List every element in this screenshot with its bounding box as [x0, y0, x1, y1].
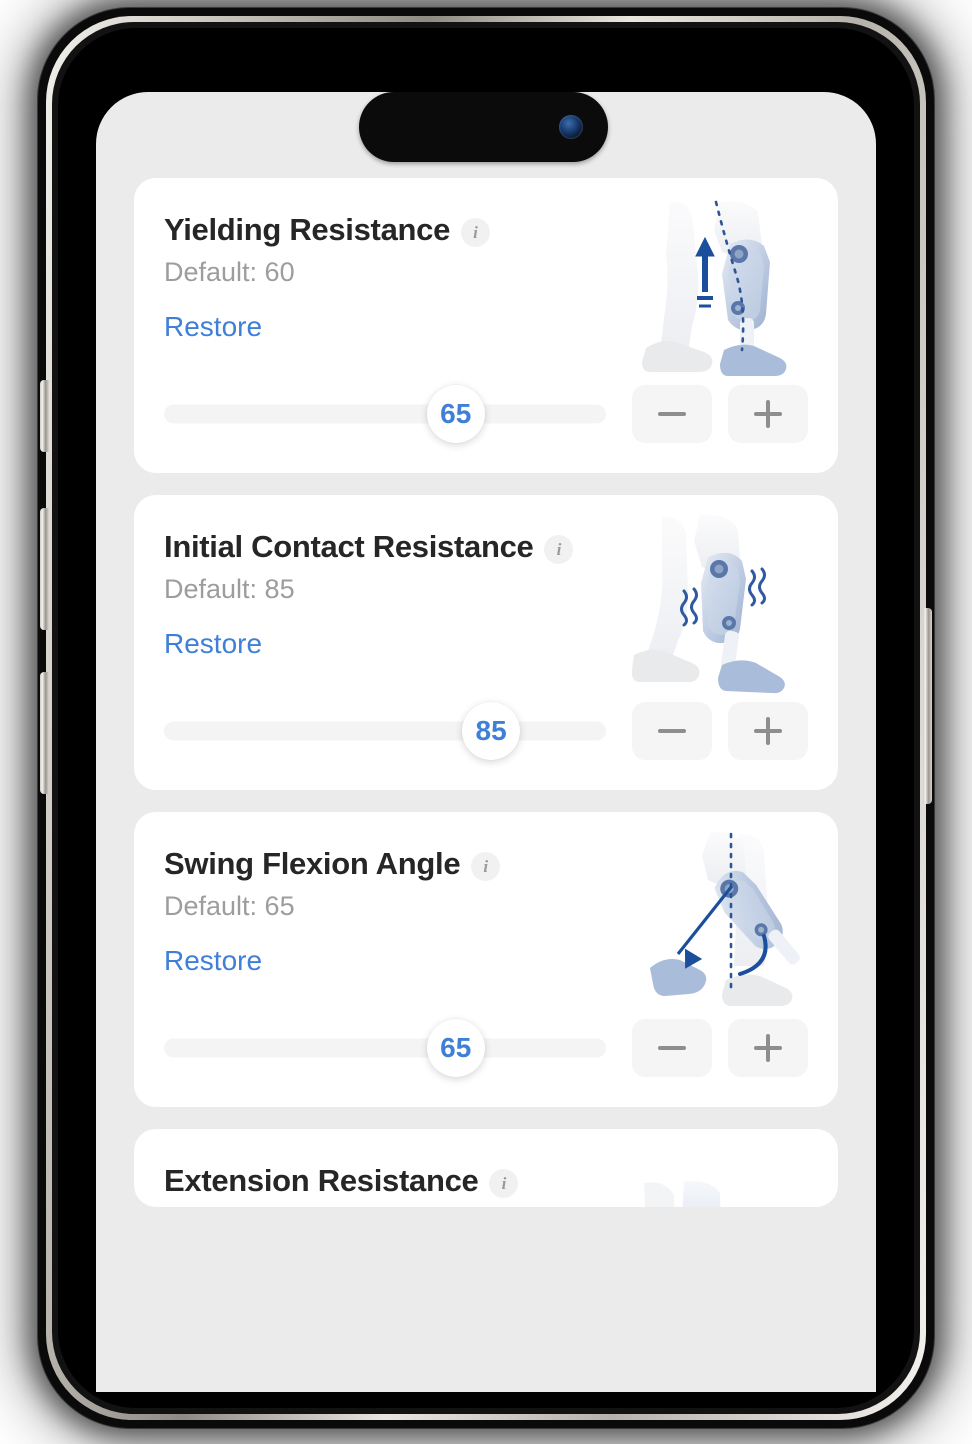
- card-header: Yielding Resistance i Default: 60 Restor…: [164, 212, 808, 343]
- volume-up-button[interactable]: [40, 508, 49, 630]
- page-title: Yielding Resistance: [164, 212, 451, 247]
- info-icon[interactable]: i: [461, 217, 491, 247]
- minus-icon: [658, 717, 686, 745]
- settings-scroll-list[interactable]: Yielding Resistance i Default: 60 Restor…: [96, 92, 876, 1392]
- slider-track[interactable]: [164, 1038, 606, 1058]
- default-value-label: Default: 60: [164, 257, 295, 287]
- slider-row: 65: [164, 385, 808, 443]
- power-button[interactable]: [923, 608, 932, 804]
- card-header: Extension Resistance i: [164, 1163, 808, 1199]
- value-slider[interactable]: 65: [164, 385, 606, 443]
- slider-thumb[interactable]: 85: [462, 702, 521, 760]
- card-header: Initial Contact Resistance i Default: 85…: [164, 529, 808, 660]
- restore-button[interactable]: Restore: [164, 945, 262, 977]
- title-row: Swing Flexion Angle i: [164, 846, 808, 882]
- slider-thumb[interactable]: 65: [426, 1019, 485, 1077]
- minus-icon: [658, 400, 686, 428]
- card-header: Swing Flexion Angle i Default: 65 Restor…: [164, 846, 808, 977]
- slider-track[interactable]: [164, 721, 606, 741]
- phone-screen: Yielding Resistance i Default: 60 Restor…: [96, 92, 876, 1392]
- slider-track[interactable]: [164, 404, 606, 424]
- slider-row: 65: [164, 1019, 808, 1077]
- setting-card: Initial Contact Resistance i Default: 85…: [134, 495, 838, 790]
- info-icon[interactable]: i: [544, 534, 574, 564]
- increment-button[interactable]: [728, 1019, 808, 1077]
- value-slider[interactable]: 65: [164, 1019, 606, 1077]
- decrement-button[interactable]: [632, 385, 712, 443]
- default-value-label: Default: 65: [164, 891, 295, 921]
- minus-icon: [658, 1034, 686, 1062]
- restore-button[interactable]: Restore: [164, 311, 262, 343]
- slider-row: 85: [164, 702, 808, 760]
- title-row: Extension Resistance i: [164, 1163, 808, 1199]
- increment-button[interactable]: [728, 702, 808, 760]
- value-slider[interactable]: 85: [164, 702, 606, 760]
- slider-thumb[interactable]: 65: [426, 385, 485, 443]
- page-title: Initial Contact Resistance: [164, 529, 534, 564]
- info-icon[interactable]: i: [471, 851, 501, 881]
- restore-button[interactable]: Restore: [164, 628, 262, 660]
- title-row: Initial Contact Resistance i: [164, 529, 808, 565]
- info-icon[interactable]: i: [489, 1168, 519, 1198]
- increment-button[interactable]: [728, 385, 808, 443]
- page-title: Swing Flexion Angle: [164, 846, 461, 881]
- setting-card: Extension Resistance i: [134, 1129, 838, 1207]
- decrement-button[interactable]: [632, 702, 712, 760]
- dynamic-island: [359, 92, 608, 162]
- default-value-label: Default: 85: [164, 574, 295, 604]
- page-title: Extension Resistance: [164, 1163, 479, 1198]
- decrement-button[interactable]: [632, 1019, 712, 1077]
- plus-icon: [754, 717, 782, 745]
- front-camera-icon: [559, 115, 583, 139]
- plus-icon: [754, 400, 782, 428]
- title-row: Yielding Resistance i: [164, 212, 808, 248]
- plus-icon: [754, 1034, 782, 1062]
- setting-card: Yielding Resistance i Default: 60 Restor…: [134, 178, 838, 473]
- volume-down-button[interactable]: [40, 672, 49, 794]
- action-button[interactable]: [40, 380, 49, 452]
- setting-card: Swing Flexion Angle i Default: 65 Restor…: [134, 812, 838, 1107]
